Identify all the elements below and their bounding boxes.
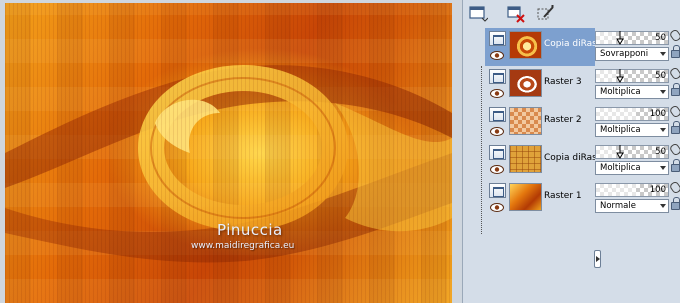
layer-properties-column: 50 Sovrapponi 50 Moltiplica 100 Moltipli… [591, 28, 680, 303]
canvas-stripe-texture [5, 3, 452, 303]
link-icon[interactable] [668, 28, 680, 43]
layer-side-icons [668, 104, 680, 140]
lock-icon[interactable] [671, 121, 680, 134]
delete-layer-icon[interactable] [505, 4, 527, 24]
layer-thumbnail [509, 31, 542, 59]
layer-side-icons [668, 142, 680, 178]
link-icon[interactable] [668, 142, 680, 157]
layer-row-raster-2[interactable]: Raster 2 [485, 104, 595, 142]
opacity-value: 100 [649, 109, 666, 119]
app-window: Pinuccia www.maidiregrafica.eu Copia diR… [0, 0, 680, 303]
new-layer-icon[interactable] [467, 4, 489, 24]
layer-thumbnail [509, 69, 542, 97]
layer-type-icon [489, 145, 506, 160]
opacity-value: 50 [655, 33, 666, 43]
lock-icon[interactable] [671, 159, 680, 172]
opacity-slider[interactable]: 100 [595, 107, 669, 121]
layer-thumbnail [509, 145, 542, 173]
lock-icon[interactable] [671, 83, 680, 96]
layers-palette: Copia diRaster 3 Raster 3 Raster 2 [462, 0, 680, 303]
visibility-eye-icon[interactable] [490, 51, 504, 60]
blend-mode-select[interactable]: Sovrapponi [595, 47, 669, 61]
opacity-slider[interactable]: 50 [595, 31, 669, 45]
blend-mode-value: Moltiplica [600, 163, 641, 173]
layer-row-raster-3[interactable]: Raster 3 [485, 66, 595, 104]
layer-side-icons [668, 180, 680, 216]
blend-mode-value: Moltiplica [600, 125, 641, 135]
layer-row-copia-raster-3[interactable]: Copia diRaster 3 [485, 28, 595, 66]
opacity-fill [596, 146, 616, 158]
layer-name: Copia diRaster 1 [544, 153, 595, 163]
opacity-fill [596, 184, 636, 196]
layers-toolbar [463, 0, 680, 28]
opacity-fill [596, 32, 616, 44]
opacity-slider-thumb-icon[interactable] [616, 31, 624, 45]
mask-wand-icon[interactable] [535, 4, 557, 24]
dropdown-arrow-icon [660, 204, 666, 208]
layer-thumbnail [509, 107, 542, 135]
blend-mode-select[interactable]: Moltiplica [595, 161, 669, 175]
watermark-title: Pinuccia [217, 221, 283, 239]
layer-tree-line [481, 66, 482, 234]
layer-props-row: 50 Moltiplica [593, 142, 680, 180]
layer-name: Raster 3 [544, 77, 582, 87]
layer-props-row: 50 Moltiplica [593, 66, 680, 104]
visibility-eye-icon[interactable] [490, 127, 504, 136]
layer-type-icon [489, 183, 506, 198]
layer-props-row: 100 Normale [593, 180, 680, 218]
layer-side-icons [668, 28, 680, 64]
dropdown-arrow-icon [660, 166, 666, 170]
layer-name: Raster 1 [544, 191, 582, 201]
layer-thumbnail [509, 183, 542, 211]
layer-type-icon [489, 107, 506, 122]
blend-mode-value: Normale [600, 201, 636, 211]
layer-name: Raster 2 [544, 115, 582, 125]
blend-mode-value: Moltiplica [600, 87, 641, 97]
layer-props-row: 50 Sovrapponi [593, 28, 680, 66]
visibility-eye-icon[interactable] [490, 203, 504, 212]
blend-mode-select[interactable]: Moltiplica [595, 123, 669, 137]
layer-row-raster-1[interactable]: Raster 1 [485, 180, 595, 218]
layer-type-icon [489, 69, 506, 84]
opacity-slider[interactable]: 50 [595, 69, 669, 83]
layer-name: Copia diRaster 3 [544, 39, 595, 49]
link-icon[interactable] [668, 66, 680, 81]
opacity-fill [596, 108, 636, 120]
lock-icon[interactable] [671, 45, 680, 58]
dropdown-arrow-icon [660, 52, 666, 56]
layer-row-copia-raster-1[interactable]: Copia diRaster 1 [485, 142, 595, 180]
visibility-eye-icon[interactable] [490, 165, 504, 174]
layer-type-icon [489, 31, 506, 46]
opacity-fill [596, 70, 616, 82]
watermark-url: www.maidiregrafica.eu [191, 241, 295, 251]
lock-icon[interactable] [671, 197, 680, 210]
opacity-slider-thumb-icon[interactable] [616, 69, 624, 83]
opacity-value: 50 [655, 147, 666, 157]
blend-mode-select[interactable]: Normale [595, 199, 669, 213]
opacity-value: 100 [649, 185, 666, 195]
opacity-slider[interactable]: 50 [595, 145, 669, 159]
blend-mode-select[interactable]: Moltiplica [595, 85, 669, 99]
image-canvas-frame: Pinuccia www.maidiregrafica.eu [0, 0, 462, 303]
visibility-eye-icon[interactable] [490, 89, 504, 98]
link-icon[interactable] [668, 104, 680, 119]
image-canvas[interactable]: Pinuccia www.maidiregrafica.eu [5, 3, 452, 303]
layers-list: Copia diRaster 3 Raster 3 Raster 2 [475, 28, 601, 303]
opacity-value: 50 [655, 71, 666, 81]
dropdown-arrow-icon [660, 90, 666, 94]
link-icon[interactable] [668, 180, 680, 195]
opacity-slider-thumb-icon[interactable] [616, 145, 624, 159]
blend-mode-value: Sovrapponi [600, 49, 649, 59]
opacity-slider[interactable]: 100 [595, 183, 669, 197]
layer-side-icons [668, 66, 680, 102]
layer-props-row: 100 Moltiplica [593, 104, 680, 142]
dropdown-arrow-icon [660, 128, 666, 132]
